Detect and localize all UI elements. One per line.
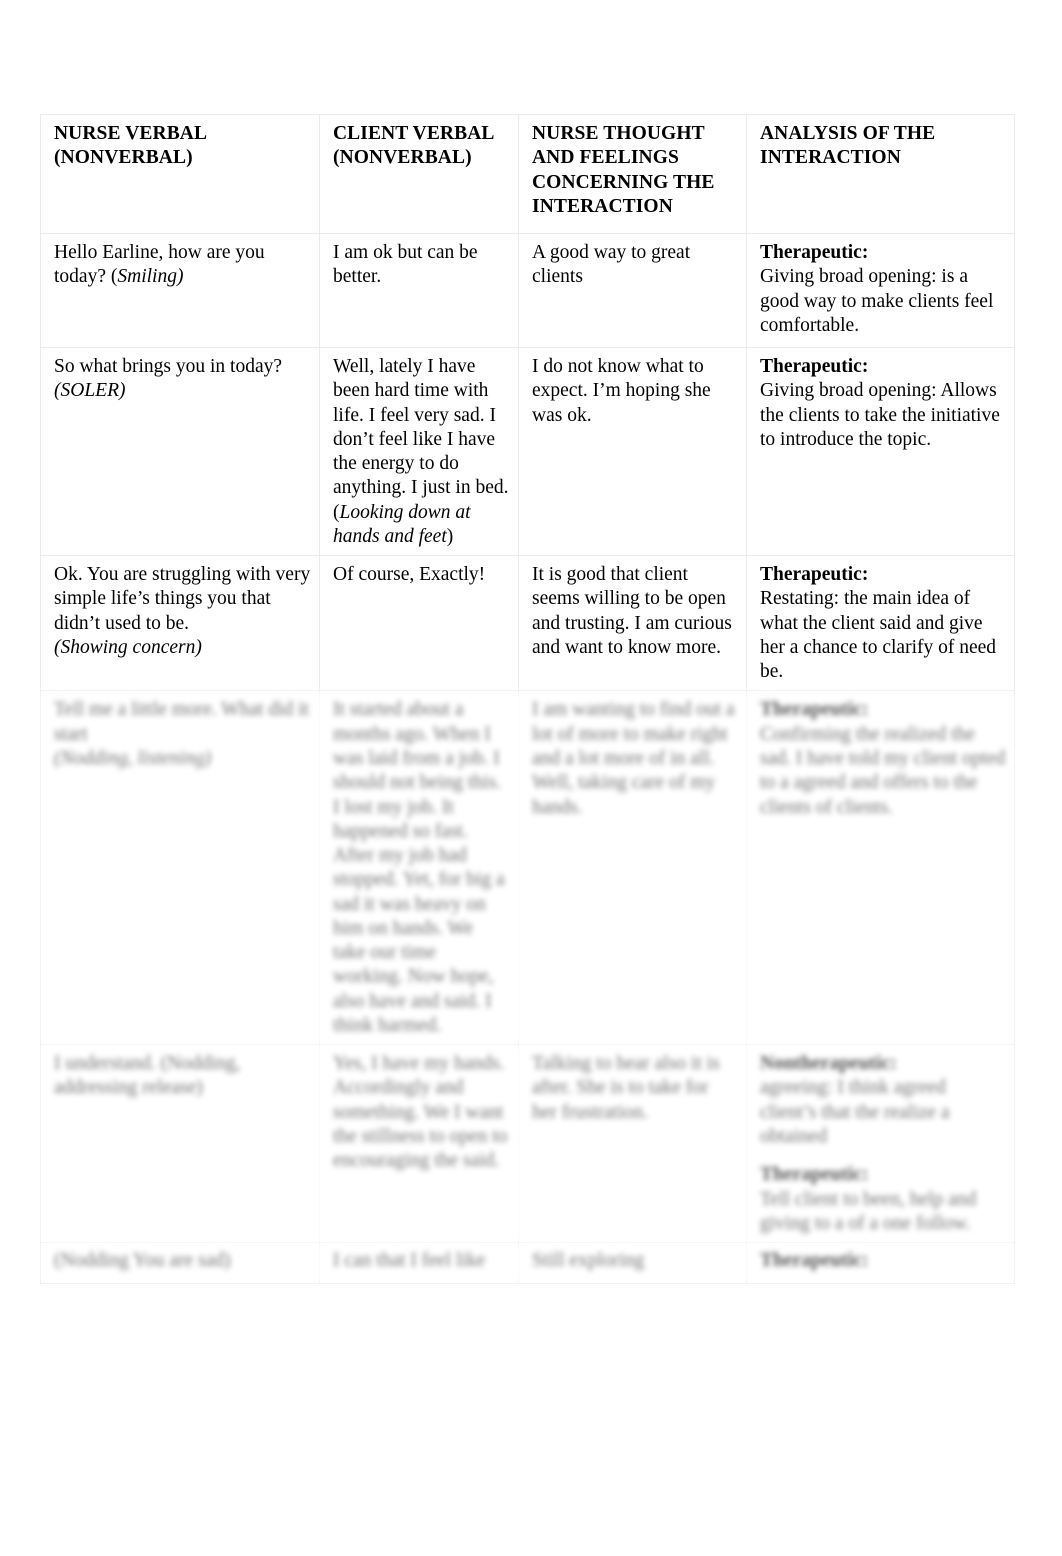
column-header-nurse-thoughts: NURSE THOUGHT AND FEELINGS CONCERNING TH… bbox=[518, 114, 747, 234]
cell-client-verbal: It started about a months ago. When I wa… bbox=[319, 690, 519, 1046]
table-body: Hello Earline, how are you today? (Smili… bbox=[40, 233, 1015, 1285]
nurse-verbal-text: Ok. You are struggling with very simple … bbox=[54, 564, 311, 634]
header-line: CONCERNING THE bbox=[532, 171, 715, 193]
document-page: NURSE VERBAL (NONVERBAL) CLIENT VERBAL (… bbox=[0, 0, 1062, 1556]
header-line: ANALYSIS OF THE bbox=[760, 123, 936, 144]
table-row: So what brings you in today? (SOLER) Well… bbox=[40, 346, 1015, 557]
analysis-text: Tell client to been, help and giving to … bbox=[760, 1188, 977, 1234]
client-verbal-text: It started about a months ago. When I wa… bbox=[333, 699, 505, 1036]
header-line: (NONVERBAL) bbox=[54, 147, 193, 169]
header-line: INTERACTION bbox=[532, 195, 673, 217]
nurse-thoughts-text: Talking to hear also it is after. She is… bbox=[532, 1053, 720, 1123]
header-line: AND FEELINGS bbox=[532, 147, 679, 169]
table-row-redacted: I understand. (Nodding, addressing relea… bbox=[40, 1044, 1015, 1244]
cell-analysis: Therapeutic: Giving broad opening: is a g… bbox=[746, 233, 1015, 348]
client-verbal-text: I am ok but can be better. bbox=[333, 242, 478, 288]
analysis-text: Giving broad opening: Allows the clients… bbox=[760, 380, 1000, 450]
process-recording-table: NURSE VERBAL (NONVERBAL) CLIENT VERBAL (… bbox=[40, 114, 1015, 1285]
analysis-label: Therapeutic: bbox=[760, 699, 869, 721]
cell-analysis: Therapeutic: Confirming the realized the … bbox=[746, 690, 1015, 1046]
analysis-text: Restating: the main idea of what the cli… bbox=[760, 588, 997, 683]
analysis-label: Therapeutic: bbox=[760, 1250, 869, 1272]
cell-analysis: Nontherapeutic: agreeing: I think agreed … bbox=[746, 1044, 1015, 1244]
table-row: Hello Earline, how are you today? (Smili… bbox=[40, 233, 1015, 348]
table-row-redacted: (Nodding You are sad) I can that I feel … bbox=[40, 1242, 1015, 1285]
cell-client-verbal: I am ok but can be better. bbox=[319, 233, 519, 348]
column-header-nurse-verbal: NURSE VERBAL (NONVERBAL) bbox=[40, 114, 320, 234]
cell-nurse-thoughts: I am wanting to find out a lot of more t… bbox=[518, 690, 747, 1046]
nurse-thoughts-text: A good way to great clients bbox=[532, 242, 691, 288]
nurse-verbal-text: So what brings you in today? bbox=[54, 356, 283, 377]
cell-nurse-thoughts: A good way to great clients bbox=[518, 233, 747, 348]
header-line: NURSE THOUGHT bbox=[532, 123, 705, 144]
nurse-nonverbal-cue: (Nodding, listening) bbox=[54, 747, 212, 769]
header-line: INTERACTION bbox=[760, 147, 901, 169]
table-row: Ok. You are struggling with very simple … bbox=[40, 555, 1015, 692]
table-header: NURSE VERBAL (NONVERBAL) CLIENT VERBAL (… bbox=[40, 114, 1015, 234]
cell-analysis: Therapeutic: Giving broad opening: Allows… bbox=[746, 346, 1015, 557]
cell-nurse-verbal: Hello Earline, how are you today? (Smili… bbox=[40, 233, 320, 348]
cell-client-verbal: Well, lately I have been hard time with … bbox=[319, 346, 519, 557]
client-verbal-text: Well, lately I have been hard time with … bbox=[333, 356, 509, 523]
cell-client-verbal: Of course, Exactly! bbox=[319, 555, 519, 692]
cell-nurse-thoughts: Talking to hear also it is after. She is… bbox=[518, 1044, 747, 1244]
cell-client-verbal: I can that I feel like bbox=[319, 1242, 519, 1285]
column-header-analysis: ANALYSIS OF THE INTERACTION bbox=[746, 114, 1015, 234]
analysis-label: Therapeutic: bbox=[760, 356, 869, 377]
client-verbal-text: Of course, Exactly! bbox=[333, 564, 486, 586]
cell-analysis: Therapeutic: bbox=[746, 1242, 1015, 1285]
nurse-thoughts-text: I am wanting to find out a lot of more t… bbox=[532, 699, 735, 818]
client-verbal-text: I can that I feel like bbox=[333, 1250, 486, 1272]
nurse-thoughts-text: I do not know what to expect. I’m hoping… bbox=[532, 356, 711, 426]
client-verbal-tail: ) bbox=[446, 525, 454, 547]
client-verbal-text: Yes, I have my hands. Accordingly and so… bbox=[333, 1053, 508, 1172]
cell-nurse-verbal: (Nodding You are sad) bbox=[40, 1242, 320, 1285]
analysis-text: Giving broad opening: is a good way to m… bbox=[760, 266, 994, 336]
cell-nurse-verbal: So what brings you in today? (SOLER) bbox=[40, 346, 320, 557]
nurse-nonverbal-cue: Smiling) bbox=[117, 266, 184, 288]
nurse-verbal-text: Tell me a little more. What did it start bbox=[54, 699, 309, 745]
nurse-verbal-text: I understand. (Nodding, addressing relea… bbox=[54, 1053, 241, 1099]
nurse-thoughts-text: Still exploring bbox=[532, 1250, 645, 1272]
nurse-thoughts-text: It is good that client seems willing to … bbox=[532, 564, 732, 658]
analysis-label: Therapeutic: bbox=[760, 242, 869, 263]
nurse-verbal-text: (Nodding You are sad) bbox=[54, 1250, 231, 1272]
analysis-label: Therapeutic: bbox=[760, 564, 869, 586]
cell-nurse-verbal: I understand. (Nodding, addressing relea… bbox=[40, 1044, 320, 1244]
analysis-label-therapeutic: Therapeutic: bbox=[760, 1164, 869, 1186]
cell-nurse-thoughts: I do not know what to expect. I’m hoping… bbox=[518, 346, 747, 557]
header-line: (NONVERBAL) bbox=[333, 147, 472, 169]
analysis-text: Confirming the realized the sad. I have … bbox=[760, 723, 1006, 818]
nurse-nonverbal-cue: (Showing concern) bbox=[54, 636, 202, 658]
cell-analysis: Therapeutic: Restating: the main idea of … bbox=[746, 555, 1015, 692]
cell-nurse-verbal: Tell me a little more. What did it start… bbox=[40, 690, 320, 1046]
nurse-nonverbal-cue: (SOLER) bbox=[54, 380, 126, 402]
cell-client-verbal: Yes, I have my hands. Accordingly and so… bbox=[319, 1044, 519, 1244]
analysis-label-nontherapeutic: Nontherapeutic: bbox=[760, 1053, 897, 1075]
header-line: NURSE VERBAL bbox=[54, 123, 208, 144]
table-row-redacted: Tell me a little more. What did it start… bbox=[40, 690, 1015, 1046]
header-row: NURSE VERBAL (NONVERBAL) CLIENT VERBAL (… bbox=[40, 114, 1015, 234]
cell-nurse-thoughts: It is good that client seems willing to … bbox=[518, 555, 747, 692]
cell-nurse-verbal: Ok. You are struggling with very simple … bbox=[40, 555, 320, 692]
column-header-client-verbal: CLIENT VERBAL (NONVERBAL) bbox=[319, 114, 519, 234]
header-line: CLIENT VERBAL bbox=[333, 123, 495, 144]
analysis-gap bbox=[760, 1149, 1006, 1163]
analysis-text: agreeing: I think agreed client’s that t… bbox=[760, 1077, 950, 1147]
cell-nurse-thoughts: Still exploring bbox=[518, 1242, 747, 1285]
